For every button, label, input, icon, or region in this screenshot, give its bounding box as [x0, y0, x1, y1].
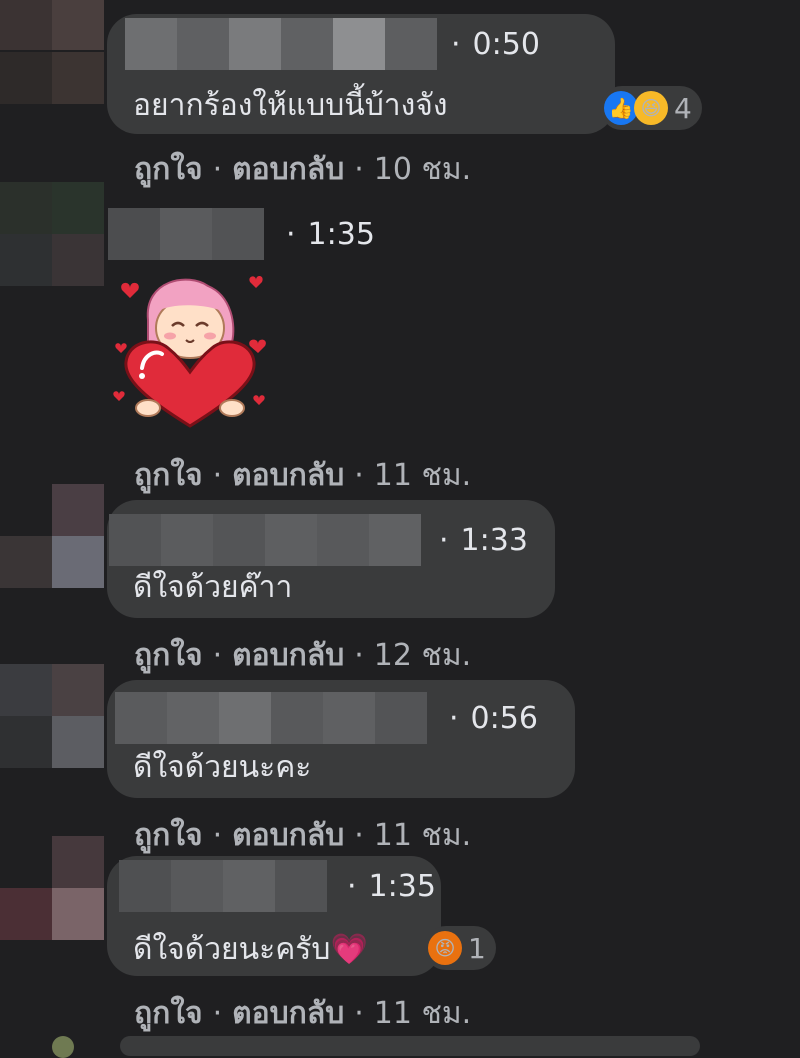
girl-hugging-heart-sticker[interactable] [108, 268, 272, 438]
dot-separator: · [354, 152, 364, 187]
dot-separator: · [212, 818, 223, 853]
avatar[interactable] [0, 0, 104, 104]
comment-bubble: · 1:33 ดีใจด้วยค๊าา [107, 500, 555, 618]
comment-text: อยากร้องให้แบบนี้บ้างจัง [133, 88, 448, 123]
comment-bubble: · 1:35 ดีใจด้วยนะครับ💗 [107, 856, 441, 976]
dot-separator: · [347, 868, 357, 904]
reaction-summary[interactable]: 👍 😆 4 [600, 86, 702, 130]
dot-separator: · [354, 638, 364, 673]
like-button[interactable]: ถูกใจ [134, 458, 203, 493]
comment-bubble [120, 1036, 700, 1056]
reply-button[interactable]: ตอบกลับ [232, 638, 344, 673]
dot-separator: · [286, 216, 296, 252]
dot-separator: · [451, 26, 461, 62]
video-timestamp[interactable]: 1:35 [369, 869, 436, 904]
author-name-blurred[interactable]: · 1:35 [119, 860, 436, 912]
comment-age[interactable]: 10 ชม. [374, 152, 471, 187]
dot-separator: · [449, 700, 459, 736]
dot-separator: · [212, 458, 223, 493]
comment-text: ดีใจด้วยนะครับ💗 [133, 926, 368, 973]
dot-separator: · [354, 818, 364, 853]
dot-separator: · [354, 458, 364, 493]
dot-separator: · [212, 638, 223, 673]
angry-icon: 😡 [428, 931, 462, 965]
video-timestamp[interactable]: 0:50 [473, 27, 540, 62]
avatar[interactable] [0, 664, 104, 768]
like-button[interactable]: ถูกใจ [134, 152, 203, 187]
reaction-summary[interactable]: 😡 1 [424, 926, 496, 970]
reaction-count: 4 [674, 91, 692, 125]
reply-button[interactable]: ตอบกลับ [232, 458, 344, 493]
comment-age[interactable]: 11 ชม. [374, 996, 471, 1031]
dot-separator: · [354, 996, 364, 1031]
video-timestamp[interactable]: 1:33 [461, 523, 528, 558]
author-name-blurred[interactable]: · 0:50 [125, 18, 540, 70]
author-name-blurred[interactable]: · 0:56 [115, 692, 538, 744]
like-icon: 👍 [604, 91, 638, 125]
comment-age[interactable]: 11 ชม. [374, 458, 471, 493]
reply-button[interactable]: ตอบกลับ [232, 152, 344, 187]
comment-age[interactable]: 12 ชม. [374, 638, 471, 673]
comment-bubble: · 0:56 ดีใจด้วยนะคะ [107, 680, 575, 798]
like-button[interactable]: ถูกใจ [134, 996, 203, 1031]
comment-text: ดีใจด้วยนะคะ [133, 750, 312, 785]
dot-separator: · [212, 152, 223, 187]
avatar[interactable] [0, 836, 104, 940]
reaction-count: 1 [468, 931, 486, 965]
author-name-blurred[interactable]: · 1:35 [108, 208, 375, 260]
video-timestamp[interactable]: 1:35 [308, 217, 375, 252]
dot-separator: · [212, 996, 223, 1031]
heart-emoji: 💗 [330, 932, 368, 967]
like-button[interactable]: ถูกใจ [134, 818, 203, 853]
comment-text-body: ดีใจด้วยนะครับ [133, 932, 331, 967]
video-timestamp[interactable]: 0:56 [471, 701, 538, 736]
avatar[interactable] [0, 182, 104, 286]
author-name-blurred[interactable]: · 1:33 [109, 514, 528, 566]
reply-button[interactable]: ตอบกลับ [232, 996, 344, 1031]
comment-bubble: · 0:50 อยากร้องให้แบบนี้บ้างจัง [107, 14, 615, 134]
avatar[interactable] [52, 1036, 74, 1058]
avatar[interactable] [0, 484, 104, 588]
comment-age[interactable]: 11 ชม. [374, 818, 471, 853]
reply-button[interactable]: ตอบกลับ [232, 818, 344, 853]
like-button[interactable]: ถูกใจ [134, 638, 203, 673]
dot-separator: · [439, 522, 449, 558]
comment-text: ดีใจด้วยค๊าา [133, 570, 293, 605]
haha-icon: 😆 [634, 91, 668, 125]
